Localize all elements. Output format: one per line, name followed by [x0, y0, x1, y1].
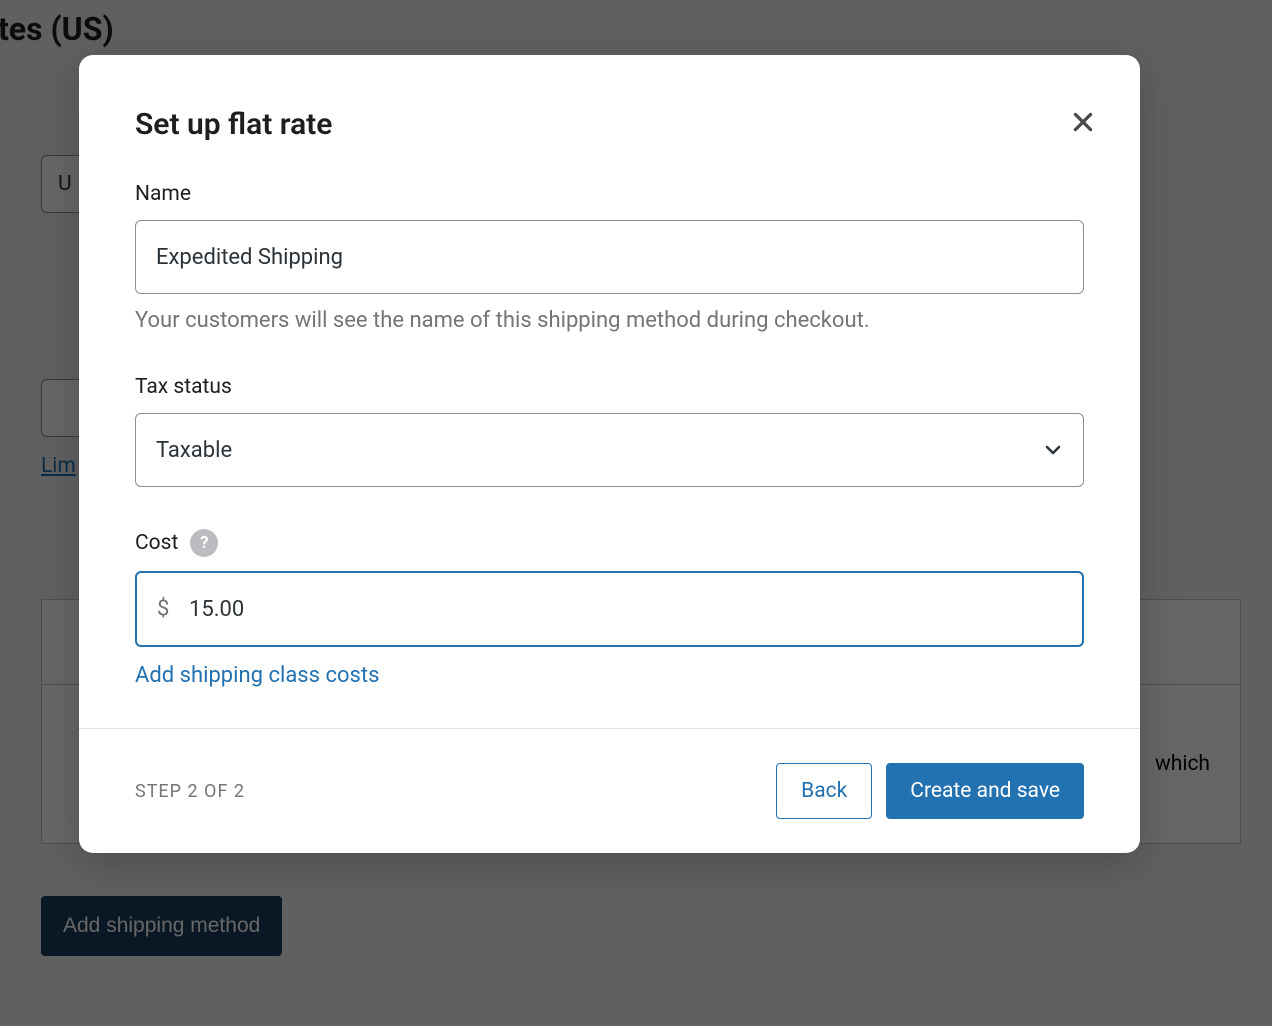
- back-button[interactable]: Back: [776, 763, 872, 819]
- name-label: Name: [135, 182, 1084, 206]
- create-and-save-button[interactable]: Create and save: [886, 763, 1084, 819]
- modal-header: Set up flat rate: [79, 55, 1140, 142]
- modal-body: Name Your customers will see the name of…: [79, 142, 1140, 728]
- name-input[interactable]: [135, 220, 1084, 294]
- cost-input[interactable]: [135, 571, 1084, 647]
- tax-status-group: Tax status Taxable: [135, 375, 1084, 487]
- name-help-text: Your customers will see the name of this…: [135, 308, 1084, 333]
- cost-group: Cost ? $ Add shipping class costs: [135, 529, 1084, 688]
- close-icon: [1070, 109, 1096, 135]
- footer-actions: Back Create and save: [776, 763, 1084, 819]
- tax-status-label: Tax status: [135, 375, 1084, 399]
- modal-title: Set up flat rate: [135, 107, 1084, 142]
- help-icon[interactable]: ?: [190, 529, 218, 557]
- flat-rate-modal: Set up flat rate Name Your customers wil…: [79, 55, 1140, 853]
- add-shipping-class-costs-link[interactable]: Add shipping class costs: [135, 663, 379, 688]
- close-button[interactable]: [1068, 107, 1098, 137]
- cost-label: Cost: [135, 531, 178, 555]
- cost-input-wrapper: $: [135, 571, 1084, 647]
- step-indicator: STEP 2 OF 2: [135, 781, 245, 802]
- name-group: Name Your customers will see the name of…: [135, 182, 1084, 333]
- modal-footer: STEP 2 OF 2 Back Create and save: [79, 728, 1140, 853]
- tax-status-select[interactable]: Taxable: [135, 413, 1084, 487]
- currency-symbol: $: [157, 597, 169, 622]
